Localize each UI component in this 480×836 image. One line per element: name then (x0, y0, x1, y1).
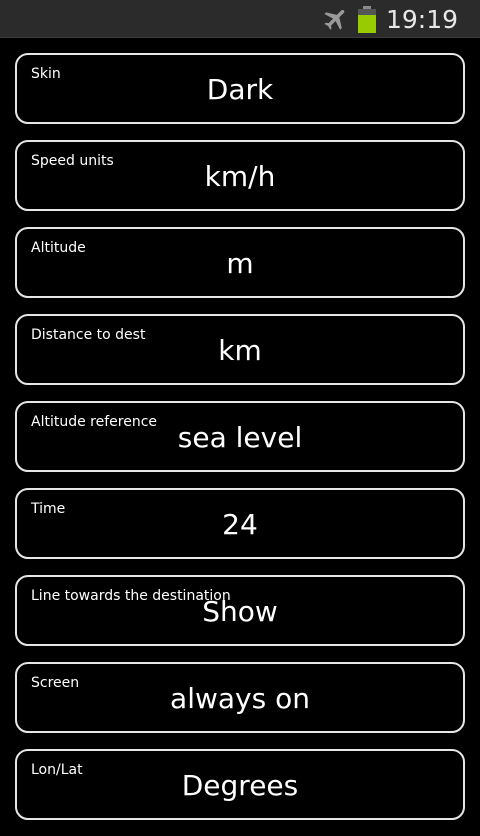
battery-level-fill (357, 14, 376, 33)
setting-line-towards-destination[interactable]: Line towards the destination Show (15, 575, 465, 646)
setting-value: 24 (222, 508, 258, 541)
setting-altitude-reference[interactable]: Altitude reference sea level (15, 401, 465, 472)
battery-icon (357, 5, 376, 33)
setting-value: km (218, 334, 262, 367)
setting-lon-lat[interactable]: Lon/Lat Degrees (15, 749, 465, 820)
setting-value: always on (170, 682, 310, 715)
setting-value: Degrees (181, 769, 299, 802)
settings-list: Skin Dark Speed units km/h Altitude m Di… (15, 53, 465, 836)
setting-time[interactable]: Time 24 (15, 488, 465, 559)
setting-altitude[interactable]: Altitude m (15, 227, 465, 298)
setting-skin[interactable]: Skin Dark (15, 53, 465, 124)
status-bar: 19:19 (0, 0, 480, 38)
airplane-mode-icon (324, 9, 345, 30)
setting-speed-units[interactable]: Speed units km/h (15, 140, 465, 211)
setting-value: Dark (206, 73, 274, 106)
setting-value: sea level (177, 421, 303, 454)
setting-screen[interactable]: Screen always on (15, 662, 465, 733)
setting-distance-to-dest[interactable]: Distance to dest km (15, 314, 465, 385)
setting-value: km/h (204, 160, 276, 193)
setting-value: Show (202, 595, 278, 628)
setting-value: m (226, 247, 254, 280)
status-clock: 19:19 (385, 4, 458, 34)
status-icons: 19:19 (322, 0, 458, 38)
